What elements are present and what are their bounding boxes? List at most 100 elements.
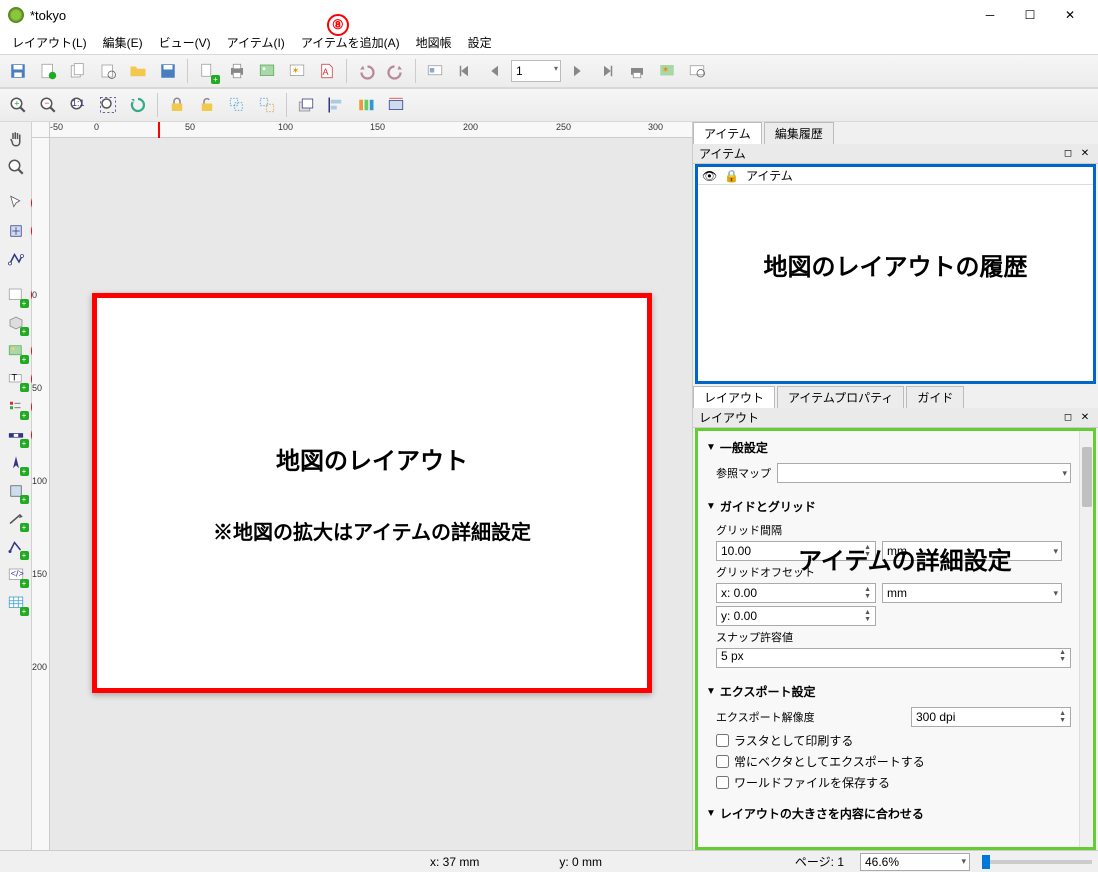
section-resize[interactable]: ▼レイアウトの大きさを内容に合わせる xyxy=(706,801,1071,826)
raise-button[interactable] xyxy=(292,91,320,119)
chk-world-box[interactable] xyxy=(716,776,729,789)
export-res-input[interactable]: 300 dpi▲▼ xyxy=(911,707,1071,727)
first-feature-button[interactable] xyxy=(451,57,479,85)
export-svg-button[interactable]: ✶ xyxy=(283,57,311,85)
close-button[interactable]: ✕ xyxy=(1050,1,1090,29)
edit-nodes-tool-icon[interactable] xyxy=(3,246,29,272)
scrollbar-vertical[interactable] xyxy=(1079,431,1093,847)
menu-layout[interactable]: レイアウト(L) xyxy=(4,32,95,53)
zoom-fit-button[interactable] xyxy=(94,91,122,119)
add-map-tool-icon[interactable]: + ③ xyxy=(3,282,29,308)
add-scalebar-tool-icon[interactable]: + ⑦ xyxy=(3,422,29,448)
save-template-button[interactable] xyxy=(154,57,182,85)
unlock-button[interactable] xyxy=(193,91,221,119)
distribute-button[interactable] xyxy=(352,91,380,119)
tab-items[interactable]: アイテム xyxy=(693,122,762,144)
add-arrow-tool-icon[interactable]: + xyxy=(3,506,29,532)
zoom-tool-icon[interactable] xyxy=(3,154,29,180)
export-pdf-button[interactable]: A xyxy=(313,57,341,85)
zoom-slider-thumb[interactable] xyxy=(982,855,990,869)
add-shape-tool-icon[interactable]: + xyxy=(3,478,29,504)
section-export[interactable]: ▼エクスポート設定 xyxy=(706,679,1071,704)
add-table-tool-icon[interactable]: + xyxy=(3,590,29,616)
panel-close-icon[interactable]: ✕ xyxy=(1078,411,1092,425)
maximize-button[interactable]: ☐ xyxy=(1010,1,1050,29)
zoom-slider[interactable] xyxy=(982,860,1092,864)
section-general[interactable]: ▼一般設定 xyxy=(706,435,1071,460)
chk-raster-box[interactable] xyxy=(716,734,729,747)
lock-button[interactable] xyxy=(163,91,191,119)
zoom-select[interactable]: 46.6%▾ xyxy=(860,853,970,871)
chk-vector[interactable]: 常にベクタとしてエクスポートする xyxy=(706,751,1071,772)
minimize-button[interactable]: ─ xyxy=(970,1,1010,29)
page-number-spin[interactable]: 1▾ xyxy=(511,60,561,82)
refmap-select[interactable]: ▾ xyxy=(777,463,1071,483)
menu-view[interactable]: ビュー(V) xyxy=(151,32,219,53)
atlas-preview-button[interactable] xyxy=(421,57,449,85)
atlas-export-button[interactable]: ✶ xyxy=(653,57,681,85)
grid-offset-x-input[interactable]: x: 0.00▲▼ xyxy=(716,583,876,603)
qgis-icon xyxy=(8,7,24,23)
panel-undock-icon[interactable]: ◻ xyxy=(1061,147,1075,161)
menu-item[interactable]: アイテム(I) xyxy=(219,32,293,53)
pan-tool-icon[interactable] xyxy=(3,126,29,152)
resize-button[interactable] xyxy=(382,91,410,119)
prev-feature-button[interactable] xyxy=(481,57,509,85)
select-tool-icon[interactable]: ① xyxy=(3,190,29,216)
add-html-tool-icon[interactable]: </>+ xyxy=(3,562,29,588)
layout-page[interactable]: 地図のレイアウト ※地図の拡大はアイテムの詳細設定 xyxy=(92,293,652,693)
align-left-button[interactable] xyxy=(322,91,350,119)
chk-raster[interactable]: ラスタとして印刷する xyxy=(706,730,1071,751)
tab-layout[interactable]: レイアウト xyxy=(693,386,775,408)
add-3dmap-tool-icon[interactable]: + xyxy=(3,310,29,336)
next-feature-button[interactable] xyxy=(563,57,591,85)
panel-close-icon[interactable]: ✕ xyxy=(1078,147,1092,161)
save-button[interactable] xyxy=(4,57,32,85)
grid-offset-unit-select[interactable]: mm▾ xyxy=(882,583,1062,603)
menu-edit[interactable]: 編集(E) xyxy=(95,32,151,53)
atlas-settings-button[interactable] xyxy=(683,57,711,85)
chk-vector-box[interactable] xyxy=(716,755,729,768)
menu-atlas[interactable]: 地図帳 xyxy=(408,32,460,53)
menu-settings[interactable]: 設定 xyxy=(460,32,500,53)
undo-button[interactable] xyxy=(352,57,380,85)
redo-button[interactable] xyxy=(382,57,410,85)
zoom-in-button[interactable]: + xyxy=(4,91,32,119)
refresh-button[interactable] xyxy=(124,91,152,119)
print-button[interactable] xyxy=(223,57,251,85)
group-button[interactable] xyxy=(223,91,251,119)
atlas-print-button[interactable] xyxy=(623,57,651,85)
toolbar-view: + − 1:1 xyxy=(0,88,1098,122)
add-page-button[interactable]: + xyxy=(193,57,221,85)
dup-layout-button[interactable] xyxy=(64,57,92,85)
open-folder-button[interactable] xyxy=(124,57,152,85)
grid-offset-y-input[interactable]: y: 0.00▲▼ xyxy=(716,606,876,626)
section-grid[interactable]: ▼ガイドとグリッド xyxy=(706,494,1071,519)
grid-offset-x: x: 0.00 xyxy=(721,586,757,600)
layout-label: 地図のレイアウト xyxy=(276,441,468,476)
tab-itemprops[interactable]: アイテムプロパティ xyxy=(777,386,904,408)
grid-spacing-label: グリッド間隔 xyxy=(716,522,782,538)
export-image-button[interactable] xyxy=(253,57,281,85)
add-nodeitem-tool-icon[interactable]: + xyxy=(3,534,29,560)
add-image-tool-icon[interactable]: + ④ xyxy=(3,338,29,364)
chk-world[interactable]: ワールドファイルを保存する xyxy=(706,772,1071,793)
add-label-tool-icon[interactable]: T+ ⑤ xyxy=(3,366,29,392)
new-layout-button[interactable] xyxy=(34,57,62,85)
add-northarrow-tool-icon[interactable]: + xyxy=(3,450,29,476)
zoom-out-button[interactable]: − xyxy=(34,91,62,119)
ungroup-button[interactable] xyxy=(253,91,281,119)
tab-guide[interactable]: ガイド xyxy=(906,386,964,408)
manage-layout-button[interactable] xyxy=(94,57,122,85)
add-legend-tool-icon[interactable]: + ⑥ xyxy=(3,394,29,420)
panel-undock-icon[interactable]: ◻ xyxy=(1061,411,1075,425)
scrollbar-thumb[interactable] xyxy=(1082,447,1092,507)
snap-input[interactable]: 5 px▲▼ xyxy=(716,648,1071,668)
zoom-100-button[interactable]: 1:1 xyxy=(64,91,92,119)
tab-history[interactable]: 編集履歴 xyxy=(764,122,834,144)
move-content-tool-icon[interactable]: ② xyxy=(3,218,29,244)
menu-add-item[interactable]: アイテムを追加(A) ⑧ xyxy=(293,32,408,53)
last-feature-button[interactable] xyxy=(593,57,621,85)
ruler-h-tick: 0 xyxy=(94,122,99,132)
layout-canvas[interactable]: -50 0 50 100 150 200 250 300 0 50 100 15… xyxy=(32,122,692,850)
